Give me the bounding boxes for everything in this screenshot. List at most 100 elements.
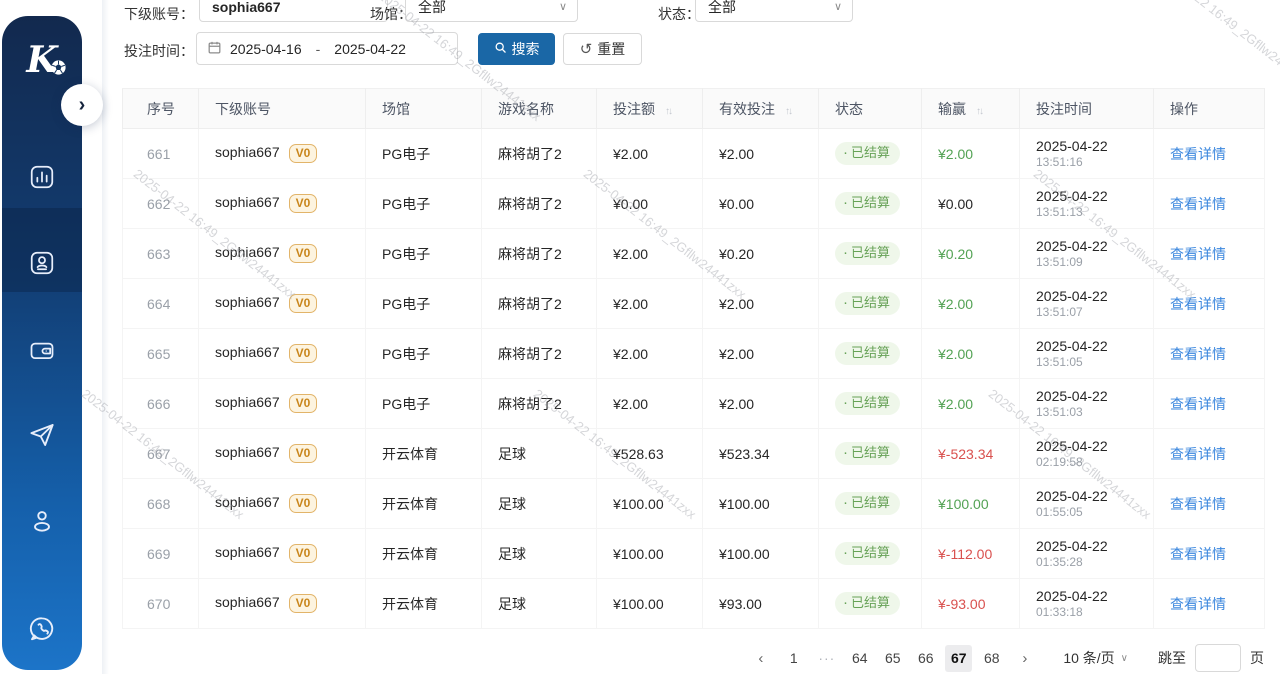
table-row: 661sophia667V0PG电子麻将胡了2¥2.00¥2.00·已结算¥2.… — [123, 129, 1265, 179]
prev-page-button[interactable]: ‹ — [747, 645, 774, 672]
status-badge: ·已结算 — [835, 592, 900, 615]
sidebar-item-customer-service[interactable] — [27, 616, 57, 646]
vip-badge: V0 — [289, 194, 318, 213]
cell-index: 665 — [123, 329, 199, 379]
cell-action: 查看详情 — [1154, 529, 1265, 579]
sidebar-item-wallet[interactable] — [27, 337, 57, 367]
phone-bubble-icon — [27, 614, 57, 649]
winloss-value: ¥-112.00 — [938, 546, 992, 562]
search-button[interactable]: 搜索 — [478, 33, 555, 65]
cell-index: 661 — [123, 129, 199, 179]
bet-date: 2025-04-22 — [1036, 237, 1153, 255]
status-badge: ·已结算 — [835, 442, 900, 465]
view-details-link[interactable]: 查看详情 — [1170, 146, 1226, 162]
account-name: sophia667 — [215, 194, 280, 210]
sidebar-item-profile[interactable] — [27, 508, 57, 538]
page-button[interactable]: 64 — [846, 645, 873, 672]
view-details-link[interactable]: 查看详情 — [1170, 496, 1226, 512]
page-button[interactable]: 65 — [879, 645, 906, 672]
view-details-link[interactable]: 查看详情 — [1170, 446, 1226, 462]
bet-time: 13:51:05 — [1036, 355, 1153, 370]
cell-bet-amount: ¥528.63 — [597, 429, 703, 479]
view-details-link[interactable]: 查看详情 — [1170, 596, 1226, 612]
table-header-row: 序号下级账号场馆游戏名称投注额↑↓有效投注↑↓状态输赢↑↓投注时间操作 — [123, 89, 1265, 129]
status-text: 已结算 — [851, 346, 890, 360]
cell-venue: 开云体育 — [366, 529, 482, 579]
cell-index: 663 — [123, 229, 199, 279]
sort-icon[interactable]: ↑↓ — [785, 106, 791, 117]
cell-bet-time: 2025-04-2213:51:03 — [1020, 379, 1154, 429]
bet-time: 13:51:09 — [1036, 255, 1153, 270]
jump-page-input[interactable] — [1195, 644, 1241, 672]
date-range-picker[interactable]: 2025-04-16 - 2025-04-22 — [196, 32, 458, 65]
account-input[interactable] — [199, 0, 388, 22]
column-header: 有效投注↑↓ — [703, 89, 819, 129]
cell-valid-bet: ¥0.20 — [703, 229, 819, 279]
cell-winloss: ¥2.00 — [922, 279, 1020, 329]
cell-action: 查看详情 — [1154, 379, 1265, 429]
search-icon — [494, 41, 507, 57]
bet-date: 2025-04-22 — [1036, 537, 1153, 555]
status-text: 已结算 — [851, 546, 890, 560]
page-size-select[interactable]: 10 条/页∨ — [1063, 648, 1128, 668]
cell-valid-bet: ¥93.00 — [703, 579, 819, 629]
page-button[interactable]: 1 — [780, 645, 807, 672]
view-details-link[interactable]: 查看详情 — [1170, 246, 1226, 262]
cell-venue: 开云体育 — [366, 579, 482, 629]
next-page-button[interactable]: › — [1011, 645, 1038, 672]
page-ellipsis[interactable]: ··· — [813, 645, 840, 672]
status-select-value: 全部 — [708, 0, 736, 17]
cell-action: 查看详情 — [1154, 429, 1265, 479]
cell-valid-bet: ¥100.00 — [703, 529, 819, 579]
sidebar-expand-button[interactable]: › — [61, 84, 103, 126]
cell-venue: PG电子 — [366, 129, 482, 179]
page-button[interactable]: 66 — [912, 645, 939, 672]
status-dot-icon: · — [843, 349, 848, 357]
view-details-link[interactable]: 查看详情 — [1170, 296, 1226, 312]
column-header: 序号 — [123, 89, 199, 129]
cell-bet-amount: ¥100.00 — [597, 579, 703, 629]
bet-time: 13:51:07 — [1036, 305, 1153, 320]
cell-venue: 开云体育 — [366, 429, 482, 479]
sidebar-item-promotions[interactable] — [27, 422, 57, 452]
paper-plane-icon — [27, 420, 57, 455]
column-header: 操作 — [1154, 89, 1265, 129]
bet-time: 01:35:28 — [1036, 555, 1153, 570]
column-header-label: 投注时间 — [1036, 101, 1092, 117]
view-details-link[interactable]: 查看详情 — [1170, 346, 1226, 362]
sort-icon[interactable]: ↑↓ — [976, 106, 982, 117]
sort-icon[interactable]: ↑↓ — [665, 106, 671, 117]
cell-venue: PG电子 — [366, 229, 482, 279]
status-dot-icon: · — [843, 549, 848, 557]
cell-action: 查看详情 — [1154, 229, 1265, 279]
sidebar-item-reports[interactable] — [27, 164, 57, 194]
reset-button[interactable]: ↺ 重置 — [563, 33, 642, 65]
cell-game: 足球 — [482, 579, 597, 629]
view-details-link[interactable]: 查看详情 — [1170, 396, 1226, 412]
table-row: 663sophia667V0PG电子麻将胡了2¥2.00¥0.20·已结算¥0.… — [123, 229, 1265, 279]
venue-select[interactable]: 全部 ∨ — [405, 0, 578, 22]
bet-time: 01:55:05 — [1036, 505, 1153, 520]
column-header: 场馆 — [366, 89, 482, 129]
cell-action: 查看详情 — [1154, 479, 1265, 529]
page-button-current[interactable]: 67 — [945, 645, 972, 672]
venue-select-value: 全部 — [418, 0, 446, 17]
cell-game: 麻将胡了2 — [482, 179, 597, 229]
view-details-link[interactable]: 查看详情 — [1170, 196, 1226, 212]
vip-badge: V0 — [289, 294, 318, 313]
page-button[interactable]: 68 — [978, 645, 1005, 672]
view-details-link[interactable]: 查看详情 — [1170, 546, 1226, 562]
cell-status: ·已结算 — [819, 329, 922, 379]
column-header-label: 投注额 — [613, 101, 655, 117]
winloss-value: ¥0.20 — [938, 246, 973, 262]
status-text: 已结算 — [851, 146, 890, 160]
bet-time: 13:51:13 — [1036, 205, 1153, 220]
status-dot-icon: · — [843, 599, 848, 607]
sidebar-item-members[interactable] — [27, 250, 57, 280]
winloss-value: ¥-523.34 — [938, 446, 993, 462]
vip-badge: V0 — [289, 144, 318, 163]
chevron-down-icon: ∨ — [1121, 653, 1128, 664]
status-select[interactable]: 全部 ∨ — [695, 0, 853, 22]
cell-bet-amount: ¥100.00 — [597, 529, 703, 579]
cell-venue: PG电子 — [366, 379, 482, 429]
